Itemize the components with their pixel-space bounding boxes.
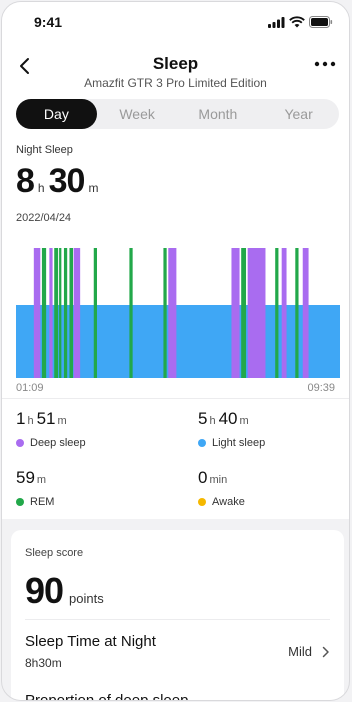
sleep-score-unit: points <box>69 591 104 606</box>
deep-sleep-segment <box>247 248 266 378</box>
rem-dot <box>16 498 24 506</box>
rem-sleep-segment <box>59 248 62 378</box>
deep-sleep-segment <box>231 248 240 378</box>
chart-end-time: 09:39 <box>307 382 335 394</box>
stat-label: REM <box>30 496 55 508</box>
stat-value: 59 m <box>16 468 54 488</box>
page-title: Sleep <box>152 54 199 73</box>
rem-sleep-segment <box>295 248 299 378</box>
sleep-stage-chart[interactable] <box>16 248 340 378</box>
stat-value: 0 min <box>198 468 245 488</box>
deep-sleep-segment <box>302 248 309 378</box>
stat-rem: 59 m REM <box>16 468 54 508</box>
tab-year[interactable]: Year <box>258 99 339 129</box>
rem-sleep-segment <box>241 248 247 378</box>
stat-minutes: 51 <box>36 409 56 428</box>
device-name: Amazfit GTR 3 Pro Limited Edition <box>84 76 267 90</box>
divider <box>2 398 349 399</box>
stat-label-row: Awake <box>198 496 245 508</box>
hours-unit: h <box>37 181 45 195</box>
deep-sleep-dot <box>16 439 24 447</box>
stat-value: 5 h 40 m <box>198 409 265 429</box>
stat-value: 1 h 51 m <box>16 409 86 429</box>
chart-start-time: 01:09 <box>16 382 44 394</box>
sleep-duration: 8 h 30 m <box>16 162 102 201</box>
stat-hours-unit: h <box>27 415 34 427</box>
tab-week[interactable]: Week <box>97 99 178 129</box>
duration-minutes: 30 <box>48 162 86 200</box>
stat-minutes-unit: m <box>57 415 67 427</box>
stat-label-row: Light sleep <box>198 437 265 449</box>
stat-awake: 0 min Awake <box>198 468 245 508</box>
duration-hours: 8 <box>16 162 35 200</box>
rem-sleep-segment <box>41 248 47 378</box>
sleep-time-row-value: 8h30m <box>25 656 62 670</box>
stat-label: Deep sleep <box>30 437 86 449</box>
status-bar: 9:41 <box>2 14 349 32</box>
deep-sleep-segment <box>168 248 177 378</box>
sleep-score-card: Sleep score 90 points Sleep Time at Nigh… <box>11 530 344 700</box>
stat-minutes-unit: m <box>239 415 249 427</box>
nav-bar: Sleep Amazfit GTR 3 Pro Limited Edition <box>2 50 349 90</box>
stat-minutes: 59 <box>16 468 35 487</box>
sleep-score-label: Sleep score <box>25 547 84 559</box>
rem-sleep-segment <box>54 248 59 378</box>
deep-sleep-segment <box>73 248 81 378</box>
stat-hours: 1 <box>16 409 26 428</box>
stat-minutes: 40 <box>218 409 238 428</box>
stat-label-row: Deep sleep <box>16 437 86 449</box>
stat-minutes: 0 <box>198 468 208 487</box>
stat-label: Light sleep <box>212 437 266 449</box>
status-time: 9:41 <box>34 14 63 30</box>
phone-frame: 9:41 Sleep Amazfit GTR 3 Pro Limited Edi… <box>1 1 350 701</box>
rem-sleep-segment <box>163 248 167 378</box>
battery-icon <box>309 16 333 28</box>
stat-deep-sleep: 1 h 51 m Deep sleep <box>16 409 86 449</box>
signal-icon <box>268 16 285 28</box>
sleep-score: 90 points <box>25 570 104 612</box>
awake-dot <box>198 498 206 506</box>
divider <box>25 619 330 620</box>
rem-sleep-segment <box>93 248 97 378</box>
wifi-icon <box>289 16 305 28</box>
stat-hours: 5 <box>198 409 208 428</box>
rem-sleep-segment <box>129 248 133 378</box>
more-options-icon[interactable] <box>311 52 339 76</box>
sleep-summary-section: 9:41 Sleep Amazfit GTR 3 Pro Limited Edi… <box>2 2 349 519</box>
sleep-time-row-level[interactable]: Mild <box>288 644 330 659</box>
tab-day[interactable]: Day <box>16 99 97 129</box>
stat-minutes-unit: m <box>36 474 47 486</box>
tab-month[interactable]: Month <box>178 99 259 129</box>
deep-sleep-proportion-row-title[interactable]: Proportion of deep sleep <box>25 692 188 700</box>
rem-sleep-segment <box>69 248 74 378</box>
stat-minutes-unit: min <box>209 474 228 486</box>
rem-sleep-segment <box>275 248 279 378</box>
sleep-time-row-title[interactable]: Sleep Time at Night <box>25 633 156 650</box>
stat-label-row: REM <box>16 496 54 508</box>
stat-light-sleep: 5 h 40 m Light sleep <box>198 409 265 449</box>
deep-sleep-segment <box>281 248 287 378</box>
status-icons <box>268 16 333 28</box>
chevron-right-icon <box>322 646 329 657</box>
minutes-unit: m <box>88 181 99 195</box>
sleep-date: 2022/04/24 <box>16 212 72 224</box>
light-sleep-dot <box>198 439 206 447</box>
period-tabs: Day Week Month Year <box>16 99 339 129</box>
rem-sleep-segment <box>63 248 68 378</box>
stat-label: Awake <box>212 496 245 508</box>
sleep-score-value: 90 <box>25 570 64 611</box>
deep-sleep-segment <box>33 248 41 378</box>
stat-hours-unit: h <box>209 415 216 427</box>
night-sleep-heading: Night Sleep <box>16 144 73 156</box>
deep-sleep-segment <box>49 248 53 378</box>
level-label: Mild <box>288 644 312 659</box>
